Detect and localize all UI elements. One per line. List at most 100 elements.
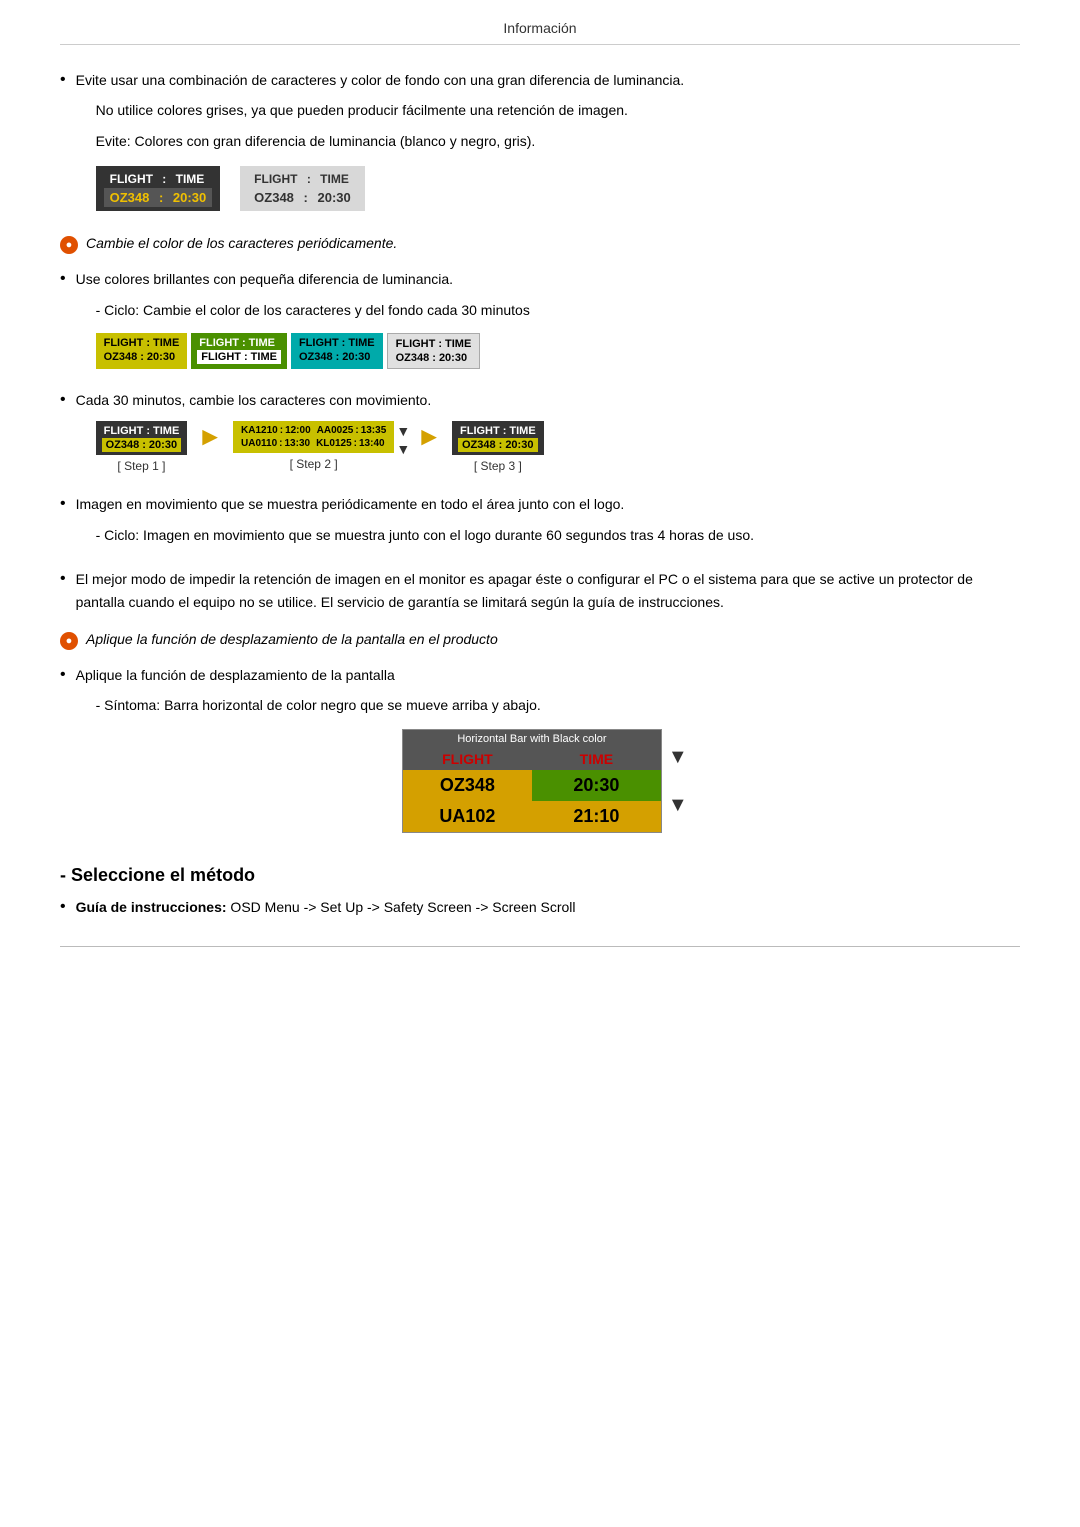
bullet-dot-4: • (60, 495, 66, 513)
flight-hdr-light: FLIGHT : TIME (248, 170, 357, 188)
flight-data-dark: OZ348 : 20:30 (104, 188, 213, 207)
cycle-box-4: FLIGHT : TIME OZ348 : 20:30 (387, 333, 481, 369)
bullet-1-sub: No utilice colores grises, ya que pueden… (96, 99, 1020, 152)
bullet-content-4: Imagen en movimiento que se muestra peri… (76, 493, 1020, 558)
bullet-6-sub: - Síntoma: Barra horizontal de color neg… (96, 694, 1020, 716)
notice-text-1: Cambie el color de los caracteres periód… (86, 235, 397, 251)
flight-displays-1: FLIGHT : TIME OZ348 : 20:30 FLIGHT : (96, 166, 1020, 211)
bullet-3-text: Cada 30 minutos, cambie los caracteres c… (76, 389, 1020, 411)
hbar-row-oz: OZ348 20:30 (403, 770, 661, 801)
cb2-data: FLIGHT : TIME (197, 350, 281, 364)
bullet-content-5: El mejor modo de impedir la retención de… (76, 568, 1020, 621)
bullet-2-sub-1: - Ciclo: Cambie el color de los caracter… (96, 299, 1020, 321)
bullet-1-sub-2: Evite: Colores con gran diferencia de lu… (96, 130, 1020, 152)
arrow-icon-1: ► (197, 421, 223, 452)
bullet-3: • Cada 30 minutos, cambie los caracteres… (60, 389, 1020, 483)
hbar-arrows: ▼ ▼ (662, 729, 694, 833)
step-2-label: [ Step 2 ] (290, 457, 338, 471)
step2-arrows: ▼ ▼ (396, 423, 410, 457)
hbar-row-ua: UA102 21:10 (403, 801, 661, 832)
cb4-hdr: FLIGHT : TIME (394, 337, 474, 351)
hbar-ua-right: 21:10 (532, 801, 661, 832)
bullet-dot-2: • (60, 270, 66, 288)
bullet-4: • Imagen en movimiento que se muestra pe… (60, 493, 1020, 558)
bullet-4-text: Imagen en movimiento que se muestra peri… (76, 493, 1020, 515)
bullet-1-sub-1: No utilice colores grises, ya que pueden… (96, 99, 1020, 121)
hbar-oz-left: OZ348 (403, 770, 532, 801)
bullet-content-guide: Guía de instrucciones: OSD Menu -> Set U… (76, 896, 1020, 926)
cycle-box-2: FLIGHT : TIME FLIGHT : TIME (191, 333, 287, 369)
step-1-container: FLIGHT : TIME OZ348 : 20:30 [ Step 1 ] (96, 421, 188, 473)
guide-text: Guía de instrucciones: OSD Menu -> Set U… (76, 896, 1020, 918)
bullet-1-text: Evite usar una combinación de caracteres… (76, 69, 1020, 91)
bullet-content-1: Evite usar una combinación de caracteres… (76, 69, 1020, 225)
hbar-hdr-left: FLIGHT (403, 748, 532, 770)
cycle-box-3: FLIGHT : TIME OZ348 : 20:30 (291, 333, 383, 369)
step3-hdr: FLIGHT : TIME (458, 424, 538, 438)
bullet-dot-6: • (60, 666, 66, 684)
cb4-data: OZ348 : 20:30 (394, 351, 474, 365)
section-title: - Seleccione el método (60, 865, 1020, 886)
hbar-display: Horizontal Bar with Black color FLIGHT T… (76, 729, 1020, 833)
cb3-data: OZ348 : 20:30 (297, 350, 377, 364)
bullet-content-3: Cada 30 minutos, cambie los caracteres c… (76, 389, 1020, 483)
bullet-5-text: El mejor modo de impedir la retención de… (76, 568, 1020, 613)
step-1-box: FLIGHT : TIME OZ348 : 20:30 (96, 421, 188, 455)
down-arrow-2: ▼ (668, 795, 688, 815)
page-container: Información • Evite usar una combinación… (0, 0, 1080, 1007)
hbar-box: Horizontal Bar with Black color FLIGHT T… (402, 729, 662, 833)
bullet-dot-guide: • (60, 898, 66, 916)
cb2-hdr: FLIGHT : TIME (197, 336, 281, 350)
bullet-6-sub-1: - Síntoma: Barra horizontal de color neg… (96, 694, 1020, 716)
bullet-4-sub-1: - Ciclo: Imagen en movimiento que se mue… (96, 524, 1020, 546)
notice-2: ● Aplique la función de desplazamiento d… (60, 631, 1020, 650)
bullet-2-text: Use colores brillantes con pequeña difer… (76, 268, 1020, 290)
cb1-hdr: FLIGHT : TIME (102, 336, 182, 350)
bullet-6-text: Aplique la función de desplazamiento de … (76, 664, 1020, 686)
hbar-wrapper: Horizontal Bar with Black color FLIGHT T… (402, 729, 694, 833)
bullet-guide: • Guía de instrucciones: OSD Menu -> Set… (60, 896, 1020, 926)
notice-1: ● Cambie el color de los caracteres peri… (60, 235, 1020, 254)
hbar-oz-right: 20:30 (532, 770, 661, 801)
bullet-dot-1: • (60, 71, 66, 89)
flight-data-light: OZ348 : 20:30 (248, 188, 357, 207)
flight-box-dark: FLIGHT : TIME OZ348 : 20:30 (96, 166, 221, 211)
arrow-icon-2: ► (416, 421, 442, 452)
bullet-4-sub: - Ciclo: Imagen en movimiento que se mue… (96, 524, 1020, 546)
hbar-header-row: FLIGHT TIME (403, 748, 661, 770)
hbar-hdr-right: TIME (532, 748, 661, 770)
step-3-box: FLIGHT : TIME OZ348 : 20:30 (452, 421, 544, 455)
notice-icon-2: ● (60, 632, 78, 650)
down-arrow-1: ▼ (668, 747, 688, 767)
notice-text-2: Aplique la función de desplazamiento de … (86, 631, 498, 647)
cycle-boxes: FLIGHT : TIME OZ348 : 20:30 FLIGHT : TIM… (96, 333, 1020, 369)
bullet-6: • Aplique la función de desplazamiento d… (60, 664, 1020, 845)
step-2-box: KA1210 : 12:00 AA0025 : 13:35 UA0110 : 1… (233, 421, 394, 453)
steps-row: FLIGHT : TIME OZ348 : 20:30 [ Step 1 ] ► (96, 421, 1020, 473)
step1-data: OZ348 : 20:30 (102, 438, 182, 452)
step-3-container: FLIGHT : TIME OZ348 : 20:30 [ Step 3 ] (452, 421, 544, 473)
step3-data: OZ348 : 20:30 (458, 438, 538, 452)
hbar-ua-left: UA102 (403, 801, 532, 832)
cb3-hdr: FLIGHT : TIME (297, 336, 377, 350)
notice-icon-1: ● (60, 236, 78, 254)
step2-hdr: KA1210 : 12:00 AA0025 : 13:35 (239, 424, 388, 437)
bullet-5: • El mejor modo de impedir la retención … (60, 568, 1020, 621)
bullet-2: • Use colores brillantes con pequeña dif… (60, 268, 1020, 379)
bullet-2-sub: - Ciclo: Cambie el color de los caracter… (96, 299, 1020, 321)
bullet-dot-5: • (60, 570, 66, 588)
step-2-container: KA1210 : 12:00 AA0025 : 13:35 UA0110 : 1… (233, 421, 394, 471)
flight-hdr-dark: FLIGHT : TIME (104, 170, 213, 188)
step-3-label: [ Step 3 ] (474, 459, 522, 473)
hbar-title: Horizontal Bar with Black color (403, 730, 661, 748)
flight-box-light: FLIGHT : TIME OZ348 : 20:30 (240, 166, 365, 211)
bullet-content-2: Use colores brillantes con pequeña difer… (76, 268, 1020, 379)
step2-data: UA0110 : 13:30 KL0125 : 13:40 (239, 437, 388, 450)
cycle-box-1: FLIGHT : TIME OZ348 : 20:30 (96, 333, 188, 369)
arrow-1: ► (197, 421, 223, 470)
bullet-dot-3: • (60, 391, 66, 409)
step-1-label: [ Step 1 ] (117, 459, 165, 473)
bullet-1: • Evite usar una combinación de caracter… (60, 69, 1020, 225)
down-arrow-bottom: ▼ (396, 441, 410, 457)
arrow-2: ► (416, 421, 442, 470)
